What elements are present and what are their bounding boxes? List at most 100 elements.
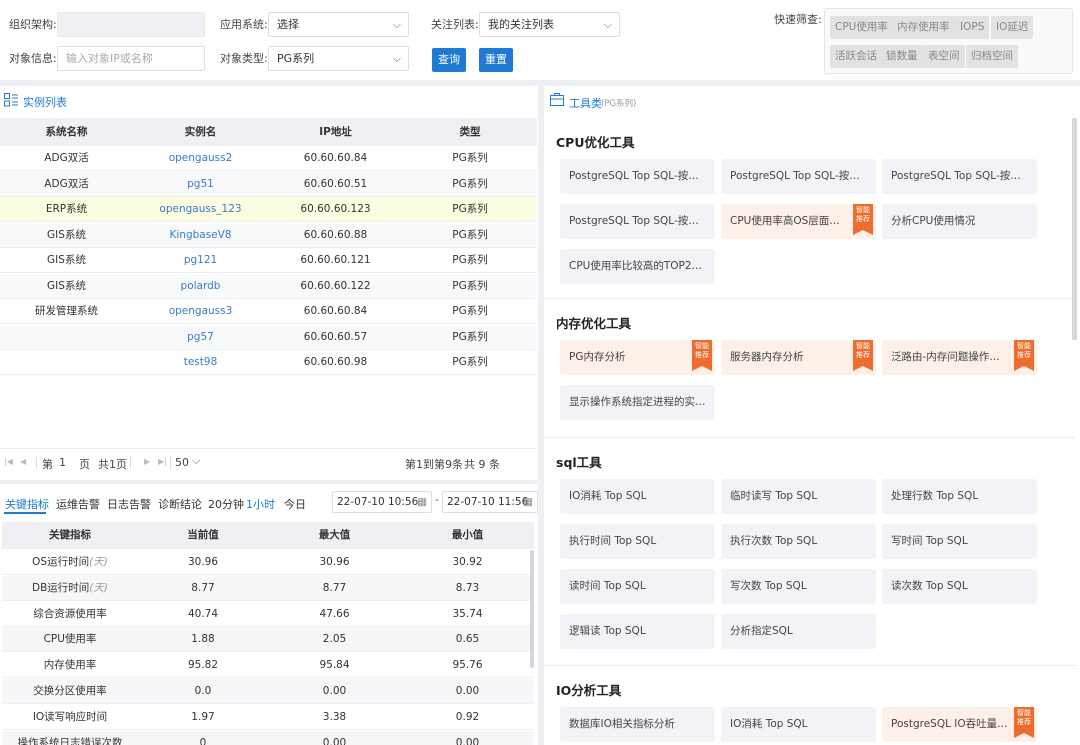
quick-tag[interactable]: 表空间 [923,45,965,68]
col-header[interactable]: IP地址 [268,118,403,146]
page-input[interactable]: 1 [59,456,66,469]
tool-button[interactable]: PostgreSQL Top SQL-按逻辑读排序 [560,204,715,239]
current-value: 95.82 [187,659,219,672]
quick-tag[interactable]: IO延迟 [991,16,1034,39]
instance-name-link[interactable]: pg121 [133,248,268,273]
instance-name-link[interactable]: opengauss2 [133,146,268,171]
tab-diagnosis[interactable]: 诊断结论 [158,496,202,512]
col-header[interactable]: 最大值 [268,522,401,549]
quick-tag[interactable]: 内存使用率 [892,16,955,39]
tool-button[interactable]: 执行时间 Top SQL [560,524,715,559]
metrics-scrollbar[interactable] [530,550,534,668]
metric-name: 交换分区使用率 [2,679,138,704]
tool-button[interactable]: IO消耗 Top SQL [560,479,715,514]
table-row[interactable]: 研发管理系统 opengauss3 60.60.60.84 PG系列 [0,299,537,324]
instance-name-link[interactable]: KingbaseV8 [133,223,268,248]
range-today[interactable]: 今日 [284,496,306,512]
table-row[interactable]: ADG双活 pg51 60.60.60.51 PG系列 [0,171,537,197]
org-label: 组织架构: [9,18,57,31]
metric-name: CPU使用率 [2,627,138,652]
page-size-select[interactable]: 50 [175,456,189,469]
prev-page-icon[interactable]: ◀ [20,457,26,466]
tool-label: 数据库IO相关指标分析 [569,718,675,730]
obj-info-input[interactable]: 输入对象IP或名称 [57,46,205,71]
tool-button[interactable]: CPU使用率比较高的TOP20进程 [560,249,715,284]
instance-name-link[interactable]: pg51 [133,172,268,197]
tool-button[interactable]: PostgreSQL Top SQL-按执行次数排序 [882,159,1037,194]
table-row: CPU使用率 1.88 2.05 0.65 [2,627,534,653]
instance-name-link[interactable]: pg57 [133,325,268,350]
tab-key-metrics[interactable]: 关键指标 [5,496,49,512]
tool-button[interactable]: 处理行数 Top SQL [882,479,1037,514]
col-header[interactable]: 最小值 [401,522,534,549]
col-header[interactable]: 关键指标 [2,522,138,549]
tool-button[interactable]: IO消耗 Top SQL [721,707,876,742]
table-row[interactable]: pg57 60.60.60.57 PG系列 [0,324,537,350]
tool-button[interactable]: 逻辑读 Top SQL [560,614,715,649]
reset-button[interactable]: 重置 [479,48,513,72]
instance-name-link[interactable]: opengauss_123 [133,197,268,222]
tool-button[interactable]: 分析CPU使用情况 [882,204,1037,239]
tool-button[interactable]: 服务器内存分析 智能 推荐 [721,340,876,375]
start-time-input[interactable]: 22-07-10 10:56 ▦ [332,491,432,513]
col-header[interactable]: 实例名 [133,118,268,146]
query-button[interactable]: 查询 [432,48,466,72]
tool-button[interactable]: PostgreSQL Top SQL-按处理行数排序 [560,159,715,194]
tool-button[interactable]: 读次数 Top SQL [882,569,1037,604]
table-row[interactable]: ERP系统 opengauss_123 60.60.60.123 PG系列 [0,197,537,222]
tool-button[interactable]: 分析指定SQL [721,614,876,649]
tool-button[interactable]: PostgreSQL IO吞吐量估算 智能 推荐 [882,707,1037,742]
tool-button[interactable]: 写时间 Top SQL [882,524,1037,559]
pagination: |◀ ◀ 第 1 页 共1页 ▶ ▶| 50 ⌵ 第1到第9条 共 9 条 [0,448,537,478]
table-row[interactable]: ADG双活 opengauss2 60.60.60.84 PG系列 [0,146,537,171]
tool-button[interactable]: PG内存分析 智能 推荐 [560,340,715,375]
range-20min[interactable]: 20分钟 [208,496,244,512]
tool-button[interactable]: 临时读写 Top SQL [721,479,876,514]
col-header[interactable]: 系统名称 [0,118,133,146]
tool-button[interactable]: CPU使用率高OS层面分析 智能 推荐 [721,204,876,239]
tool-button[interactable]: 泛路由-内存问题操作系统层面分析 智能 推荐 [882,340,1037,375]
tools-scrollbar[interactable] [1072,118,1077,340]
col-header[interactable]: 当前值 [138,522,268,549]
first-page-icon[interactable]: |◀ [4,457,13,466]
quick-tag[interactable]: 归档空间 [966,45,1018,68]
app-select[interactable]: 选择 ⌵ [268,12,409,37]
tool-button[interactable]: PostgreSQL Top SQL-按执行时间排序 [721,159,876,194]
table-row[interactable]: GIS系统 polardb 60.60.60.122 PG系列 [0,273,537,299]
table-row[interactable]: test98 60.60.60.98 PG系列 [0,350,537,375]
tool-button[interactable]: 读时间 Top SQL [560,569,715,604]
range-1hour[interactable]: 1小时 [246,496,275,512]
org-input[interactable] [57,12,205,37]
tab-log-alerts[interactable]: 日志告警 [107,496,151,512]
instance-name-link[interactable]: opengauss3 [133,299,268,324]
current-value: 8.77 [191,581,215,594]
tool-button[interactable]: 写次数 Top SQL [721,569,876,604]
tool-button[interactable]: 数据库IO相关指标分析 [560,707,715,742]
end-time-input[interactable]: 22-07-10 11:56 ▦ [442,491,538,513]
quick-tag[interactable]: 活跃会话 [830,45,882,68]
quick-tag[interactable]: IOPS [955,16,990,39]
instance-name-link[interactable]: test98 [133,350,268,375]
obj-type-value: PG系列 [277,52,315,65]
end-time-value: 22-07-10 11:56 [447,496,529,508]
tool-label: 写时间 Top SQL [891,535,968,547]
table-row[interactable]: GIS系统 pg121 60.60.60.121 PG系列 [0,248,537,273]
tool-section: IO分析工具数据库IO相关指标分析 IO消耗 Top SQL PostgreSQL … [544,666,1076,745]
last-page-icon[interactable]: ▶| [158,457,167,466]
instance-name-link[interactable]: polardb [133,274,268,299]
quick-tag[interactable]: 锁数量 [881,45,923,68]
table-row[interactable]: GIS系统 KingbaseV8 60.60.60.88 PG系列 [0,222,537,248]
next-page-icon[interactable]: ▶ [144,457,150,466]
tool-section-title: IO分析工具 [556,683,622,698]
quick-tag[interactable]: CPU使用率 [830,16,893,39]
table-row: 内存使用率 95.82 95.84 95.76 [2,653,534,679]
focus-select[interactable]: 我的关注列表 ⌵ [479,12,620,37]
tab-ops-alerts[interactable]: 运维告警 [56,496,100,512]
tool-button[interactable]: 执行次数 Top SQL [721,524,876,559]
chevron-down-icon[interactable]: ⌵ [192,454,200,468]
tool-button[interactable]: 显示操作系统指定进程的实际使用内存 [560,385,715,420]
col-header[interactable]: 类型 [403,118,537,146]
obj-type-select[interactable]: PG系列 ⌵ [268,46,409,71]
type-cell: PG系列 [452,305,488,317]
calendar-icon: ▦ [417,496,427,508]
